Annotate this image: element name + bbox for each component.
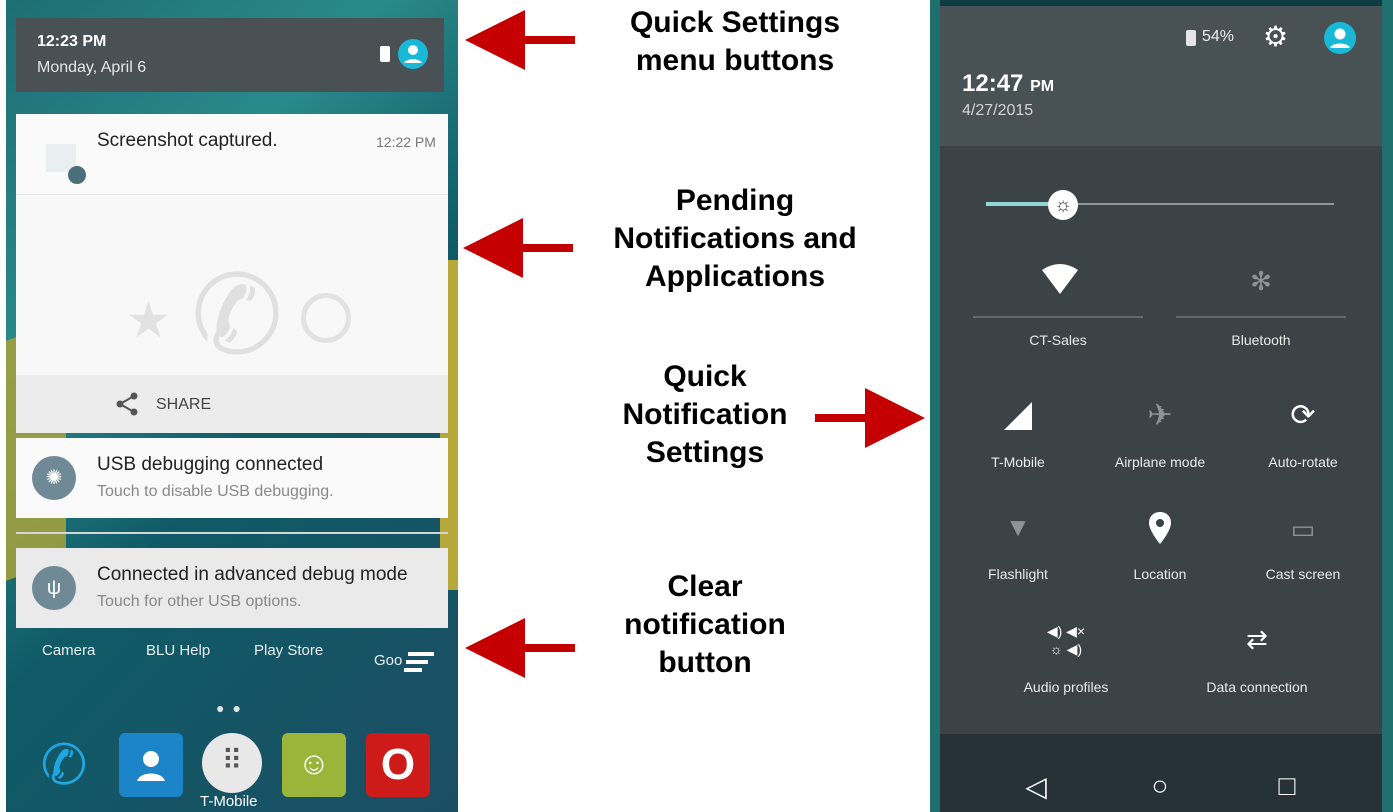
app-label-blu-help[interactable]: BLU Help xyxy=(146,642,210,659)
arrow-quick-settings xyxy=(465,10,575,70)
notification-screenshot[interactable]: Screenshot captured. 12:22 PM xyxy=(16,114,448,195)
opera-icon[interactable]: O xyxy=(366,733,430,797)
header-time: 12:47 PM xyxy=(962,70,1054,98)
notification-subtitle: Touch to disable USB debugging. xyxy=(97,483,334,500)
caption-quick-notification: Quick Notification Settings xyxy=(622,360,788,469)
avatar-icon[interactable] xyxy=(398,39,428,69)
wifi-divider xyxy=(973,316,1143,318)
app-drawer-icon[interactable]: ⠿ xyxy=(202,733,262,793)
battery-percent: 54% xyxy=(1202,28,1235,45)
airplane-icon[interactable]: ✈ xyxy=(1130,398,1190,433)
status-time: 12:23 PM xyxy=(37,33,107,50)
phone-icon[interactable]: ✆ xyxy=(32,733,96,797)
messaging-icon[interactable]: ☺ xyxy=(282,733,346,797)
time-value: 12:47 xyxy=(962,70,1024,97)
tile-airplane-label[interactable]: Airplane mode xyxy=(1085,454,1235,470)
tile-bluetooth-label[interactable]: Bluetooth xyxy=(1186,332,1336,348)
tile-flashlight-label[interactable]: Flashlight xyxy=(943,566,1093,582)
tile-rotate-label[interactable]: Auto-rotate xyxy=(1228,454,1378,470)
page-indicator: ●● xyxy=(216,700,249,716)
home-icon[interactable]: ○ xyxy=(1140,770,1180,802)
header-date: 4/27/2015 xyxy=(962,102,1034,119)
recents-icon[interactable]: □ xyxy=(1267,770,1307,802)
data-connection-icon[interactable]: ⇄ xyxy=(1227,624,1287,655)
status-date: Monday, April 6 xyxy=(37,59,147,76)
cast-icon[interactable]: ▭ xyxy=(1273,514,1333,545)
app-label-play-store[interactable]: Play Store xyxy=(254,642,323,659)
audio-profiles-icon[interactable]: ◀) ◀× ☼ ◀) xyxy=(1036,622,1096,658)
divider xyxy=(16,532,448,534)
notification-title: Connected in advanced debug mode xyxy=(97,564,408,585)
notification-time: 12:22 PM xyxy=(376,134,436,150)
caption-pending: Pending Notifications and Applications xyxy=(613,184,857,293)
dock-label: T-Mobile xyxy=(200,793,258,810)
bluetooth-icon[interactable]: ✻ xyxy=(1231,266,1291,297)
clear-all-icon[interactable] xyxy=(404,652,434,674)
notification-subtitle: Touch for other USB options. xyxy=(97,593,302,610)
usb-icon: ψ xyxy=(32,566,76,610)
time-ampm: PM xyxy=(1030,78,1055,95)
notification-usb-debugging[interactable]: ✺ USB debugging connected Touch to disab… xyxy=(16,438,448,518)
gear-icon[interactable]: ⚙ xyxy=(1263,20,1288,53)
tile-audio-label[interactable]: Audio profiles xyxy=(991,679,1141,695)
avatar-icon[interactable] xyxy=(1324,22,1356,54)
app-label-google[interactable]: Goo xyxy=(374,652,402,669)
wifi-icon[interactable] xyxy=(1030,262,1090,304)
right-phone-screen: 54% ⚙ 12:47 PM 4/27/2015 ☼ CT-Sales ✻ Bl… xyxy=(930,0,1393,812)
app-label-camera[interactable]: Camera xyxy=(42,642,95,659)
phone-icon: ✆ xyxy=(191,254,284,377)
quick-settings-panel xyxy=(940,146,1382,734)
arrow-pending xyxy=(463,218,573,278)
auto-rotate-icon[interactable]: ⟳ xyxy=(1273,398,1333,433)
bluetooth-divider xyxy=(1176,316,1346,318)
tile-cast-label[interactable]: Cast screen xyxy=(1228,566,1378,582)
left-phone-screen: 12:23 PM Monday, April 6 Screenshot capt… xyxy=(6,0,458,812)
share-button[interactable]: SHARE xyxy=(16,375,448,433)
share-icon xyxy=(114,391,140,423)
tile-location-label[interactable]: Location xyxy=(1085,566,1235,582)
back-icon[interactable]: ◁ xyxy=(1016,770,1056,803)
share-label: SHARE xyxy=(156,396,212,413)
battery-icon xyxy=(1186,30,1196,46)
caption-clear: Clear notification button xyxy=(624,570,786,679)
notification-advanced-debug[interactable]: ψ Connected in advanced debug mode Touch… xyxy=(16,548,448,628)
image-icon xyxy=(68,166,86,184)
tile-mobile-label[interactable]: T-Mobile xyxy=(943,454,1093,470)
tile-data-label[interactable]: Data connection xyxy=(1182,679,1332,695)
screenshot-preview[interactable]: ★ ✆ SHARE xyxy=(16,195,448,433)
cellular-signal-icon[interactable] xyxy=(988,400,1048,440)
clock-icon xyxy=(301,293,351,343)
notification-title: Screenshot captured. xyxy=(97,130,278,151)
android-debug-icon: ✺ xyxy=(32,456,76,500)
arrow-clear xyxy=(465,618,575,678)
brightness-icon[interactable]: ☼ xyxy=(1048,190,1078,220)
flashlight-icon[interactable]: ▼ xyxy=(988,512,1048,543)
tile-wifi-label[interactable]: CT-Sales xyxy=(983,332,1133,348)
battery-icon xyxy=(380,46,390,62)
star-icon: ★ xyxy=(126,292,171,348)
arrow-quick-notification xyxy=(815,388,925,448)
location-icon[interactable] xyxy=(1130,512,1190,552)
quick-settings-header[interactable]: 12:23 PM Monday, April 6 xyxy=(16,18,444,92)
notification-title: USB debugging connected xyxy=(97,454,324,475)
caption-quick-settings: Quick Settings menu buttons xyxy=(629,6,841,77)
contacts-icon[interactable] xyxy=(119,733,183,797)
